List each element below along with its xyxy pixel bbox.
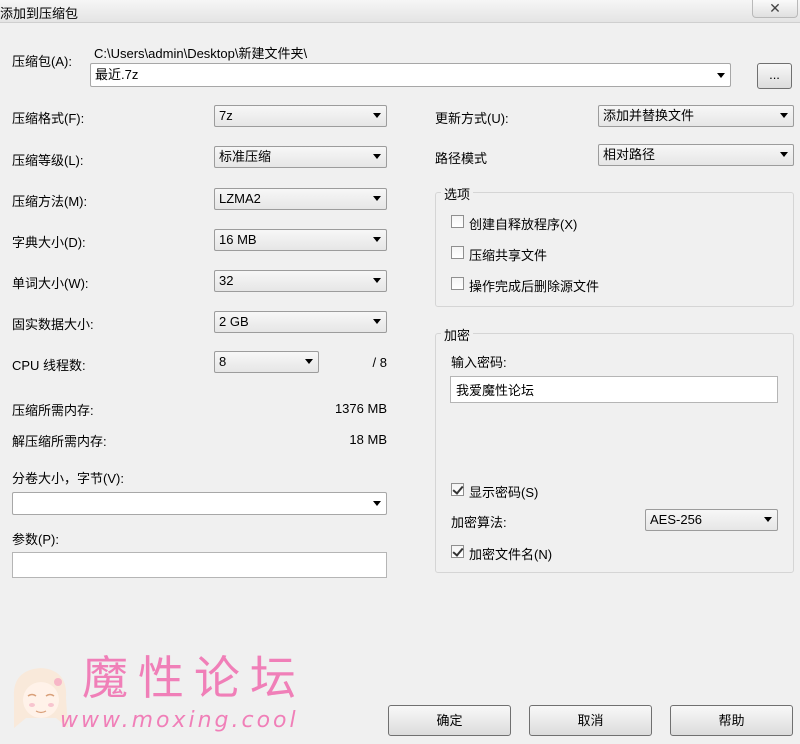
solid-block-select[interactable]: 2 GB	[214, 311, 387, 333]
compress-memory-label: 压缩所需内存:	[12, 403, 94, 418]
decompress-memory-value: 18 MB	[349, 432, 387, 447]
encryption-title: 加密	[441, 325, 474, 344]
chevron-down-icon	[717, 73, 725, 78]
chevron-down-icon	[373, 196, 381, 201]
solid-block-label: 固实数据大小:	[12, 317, 94, 332]
archive-name-value: 最近.7z	[95, 67, 139, 82]
level-select[interactable]: 标准压缩	[214, 146, 387, 168]
compress-memory-value: 1376 MB	[334, 401, 387, 416]
chevron-down-icon	[305, 359, 313, 364]
shared-files-label[interactable]: 压缩共享文件	[469, 245, 547, 264]
decompress-memory-label: 解压缩所需内存:	[12, 434, 107, 449]
options-title: 选项	[441, 184, 474, 203]
cancel-button[interactable]: 取消	[529, 705, 652, 736]
cpu-threads-select[interactable]: 8	[214, 351, 319, 373]
close-button[interactable]: ✕	[752, 0, 798, 18]
path-mode-value: 相对路径	[603, 147, 656, 162]
chevron-down-icon	[373, 154, 381, 159]
password-label: 输入密码:	[451, 355, 507, 370]
browse-button[interactable]: ...	[757, 63, 792, 89]
path-mode-label: 路径模式	[435, 151, 488, 166]
level-value: 标准压缩	[219, 149, 272, 164]
path-mode-select[interactable]: 相对路径	[598, 144, 794, 166]
update-mode-value: 添加并替换文件	[603, 108, 695, 123]
delete-after-label[interactable]: 操作完成后删除源文件	[469, 276, 599, 295]
update-mode-label: 更新方式(U):	[435, 111, 509, 126]
chevron-down-icon	[764, 517, 772, 522]
cpu-threads-total: / 8	[372, 355, 387, 370]
password-input[interactable]: 我爱魔性论坛	[450, 376, 778, 403]
chevron-down-icon	[373, 278, 381, 283]
method-label: 压缩方法(M):	[12, 194, 88, 209]
encryption-method-label: 加密算法:	[451, 515, 507, 530]
chevron-down-icon	[373, 237, 381, 242]
cpu-threads-label: CPU 线程数:	[12, 358, 86, 373]
update-mode-select[interactable]: 添加并替换文件	[598, 105, 794, 127]
encryption-method-value: AES-256	[650, 512, 703, 527]
params-input[interactable]	[12, 552, 387, 578]
shared-files-checkbox[interactable]	[451, 246, 464, 259]
format-label: 压缩格式(F):	[12, 111, 85, 126]
watermark-title: 魔性论坛	[82, 651, 306, 705]
ok-button[interactable]: 确定	[388, 705, 511, 736]
archive-label: 压缩包(A):	[12, 54, 72, 69]
level-label: 压缩等级(L):	[12, 153, 84, 168]
watermark-url: www.moxing.cool	[60, 708, 299, 733]
volume-label: 分卷大小，字节(V):	[12, 471, 124, 486]
method-value: LZMA2	[219, 191, 261, 206]
archive-path: C:\Users\admin\Desktop\新建文件夹\	[94, 46, 308, 61]
help-button[interactable]: 帮助	[670, 705, 793, 736]
volume-combo[interactable]	[12, 492, 387, 515]
sfx-label[interactable]: 创建自释放程序(X)	[469, 214, 577, 233]
dictionary-value: 16 MB	[219, 232, 257, 247]
encrypt-names-label[interactable]: 加密文件名(N)	[469, 544, 552, 563]
dictionary-select[interactable]: 16 MB	[214, 229, 387, 251]
close-icon: ✕	[769, 0, 781, 16]
cpu-threads-value: 8	[219, 354, 227, 369]
show-password-label[interactable]: 显示密码(S)	[469, 482, 538, 501]
encryption-method-select[interactable]: AES-256	[645, 509, 778, 531]
sfx-checkbox[interactable]	[451, 215, 464, 228]
solid-block-value: 2 GB	[219, 314, 249, 329]
method-select[interactable]: LZMA2	[214, 188, 387, 210]
title-bar	[0, 0, 800, 23]
format-select[interactable]: 7z	[214, 105, 387, 127]
chevron-down-icon	[373, 501, 381, 506]
chevron-down-icon	[780, 113, 788, 118]
delete-after-checkbox[interactable]	[451, 277, 464, 290]
format-value: 7z	[219, 108, 233, 123]
encrypt-names-checkbox[interactable]	[451, 545, 464, 558]
chevron-down-icon	[373, 319, 381, 324]
word-size-select[interactable]: 32	[214, 270, 387, 292]
dictionary-label: 字典大小(D):	[12, 235, 86, 250]
archive-name-combo[interactable]: 最近.7z	[90, 63, 731, 87]
checkmark-icon	[452, 545, 464, 557]
params-label: 参数(P):	[12, 532, 59, 547]
chevron-down-icon	[780, 152, 788, 157]
chevron-down-icon	[373, 113, 381, 118]
show-password-checkbox[interactable]	[451, 483, 464, 496]
window-title: 添加到压缩包	[0, 6, 79, 21]
word-size-label: 单词大小(W):	[12, 276, 89, 291]
checkmark-icon	[452, 483, 464, 495]
word-size-value: 32	[219, 273, 234, 288]
